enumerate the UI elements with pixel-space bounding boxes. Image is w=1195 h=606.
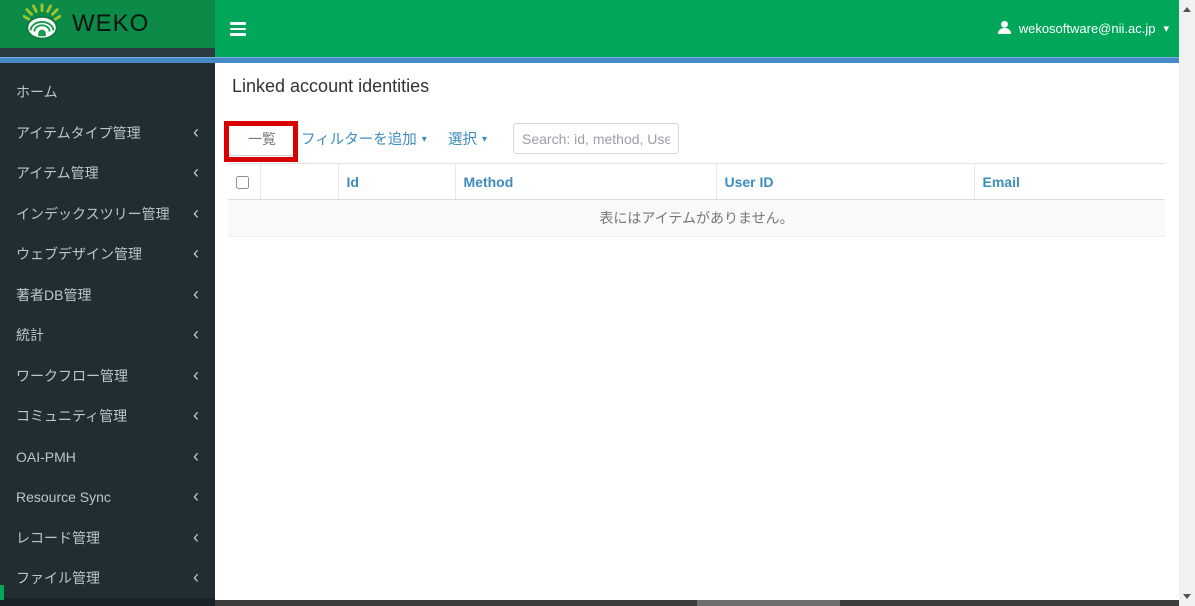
sidebar-item-label: Resource Sync — [16, 489, 111, 506]
page-title: Linked account identities — [232, 76, 430, 96]
sidebar-item-authordb-mgmt[interactable]: 著者DB管理 ‹ — [0, 275, 215, 316]
sidebar-item-label: 著者DB管理 — [16, 286, 92, 303]
sidebar-item-label: OAI-PMH — [16, 448, 76, 465]
chevron-left-icon: ‹ — [193, 405, 199, 426]
header-method[interactable]: Method — [454, 163, 716, 200]
scroll-up-icon[interactable] — [1183, 7, 1191, 12]
sidebar-item-webdesign-mgmt[interactable]: ウェブデザイン管理 ‹ — [0, 234, 215, 275]
logo-substrip — [0, 48, 215, 57]
sidebar-item-record-mgmt[interactable]: レコード管理 ‹ — [0, 518, 215, 559]
sidebar-item-home[interactable]: ホーム — [0, 72, 215, 113]
main-content: Linked account identities 一覧 フィルターを追加 ▾ … — [215, 63, 1179, 600]
sidebar: ホーム アイテムタイプ管理 ‹ アイテム管理 ‹ インデックスツリー管理 ‹ ウ… — [0, 63, 215, 600]
select-dropdown[interactable]: 選択 ▾ — [448, 121, 487, 156]
sidebar-item-resource-sync[interactable]: Resource Sync ‹ — [0, 477, 215, 518]
header-actions-cell — [259, 163, 338, 200]
chevron-left-icon: ‹ — [193, 162, 199, 183]
chevron-left-icon: ‹ — [193, 486, 199, 507]
sidebar-item-label: ワークフロー管理 — [16, 367, 128, 384]
caret-down-icon: ▾ — [1163, 23, 1169, 35]
sidebar-item-label: アイテム管理 — [16, 165, 99, 182]
sidebar-item-label: アイテムタイプ管理 — [16, 124, 141, 141]
chevron-left-icon: ‹ — [193, 202, 199, 223]
header-id[interactable]: Id — [337, 163, 455, 200]
toolbar: 一覧 フィルターを追加 ▾ 選択 ▾ — [228, 121, 1165, 157]
user-icon — [997, 20, 1012, 38]
sidebar-item-item-mgmt[interactable]: アイテム管理 ‹ — [0, 153, 215, 194]
table-header-row: Id Method User ID Email — [228, 163, 1165, 200]
sidebar-item-label: ホーム — [16, 84, 58, 101]
chevron-left-icon: ‹ — [193, 243, 199, 264]
add-filter-label: フィルターを追加 — [301, 132, 417, 148]
chevron-left-icon: ‹ — [193, 364, 199, 385]
chevron-left-icon: ‹ — [193, 567, 199, 588]
sidebar-item-label: コミュニティ管理 — [16, 408, 128, 425]
chevron-left-icon: ‹ — [193, 121, 199, 142]
vertical-scrollbar[interactable] — [1179, 0, 1195, 606]
sidebar-item-statistics[interactable]: 統計 ‹ — [0, 315, 215, 356]
chevron-left-icon: ‹ — [193, 324, 199, 345]
chevron-left-icon: ‹ — [193, 445, 199, 466]
sidebar-item-file-mgmt[interactable]: ファイル管理 ‹ — [0, 558, 215, 599]
chevron-left-icon: ‹ — [193, 526, 199, 547]
empty-table-row: 表にはアイテムがありません。 — [228, 199, 1165, 237]
select-all-checkbox[interactable] — [236, 176, 249, 190]
empty-message: 表にはアイテムがありません。 — [228, 199, 1165, 237]
search-input[interactable] — [513, 123, 679, 154]
add-filter-dropdown[interactable]: フィルターを追加 ▾ — [301, 121, 427, 156]
header-checkbox-cell — [228, 163, 260, 200]
weko-logo[interactable]: WEKO — [0, 0, 215, 48]
chevron-left-icon: ‹ — [193, 283, 199, 304]
logo-title: WEKO — [72, 10, 150, 37]
sidebar-toggle-icon[interactable] — [230, 22, 246, 39]
sidebar-item-community-mgmt[interactable]: コミュニティ管理 ‹ — [0, 396, 215, 437]
identities-table: Id Method User ID Email 表にはアイテムがありません。 — [228, 163, 1165, 237]
header-email[interactable]: Email — [973, 163, 1165, 200]
weko-logo-icon — [22, 2, 62, 46]
sidebar-item-label: インデックスツリー管理 — [16, 205, 170, 222]
list-tab-label: 一覧 — [248, 130, 276, 147]
caret-down-icon: ▾ — [421, 134, 427, 145]
sidebar-item-indextree-mgmt[interactable]: インデックスツリー管理 ‹ — [0, 194, 215, 235]
user-email: wekosoftware@nii.ac.jp — [1018, 21, 1156, 36]
sidebar-item-label: ウェブデザイン管理 — [16, 246, 142, 263]
sidebar-item-itemtype-mgmt[interactable]: アイテムタイプ管理 ‹ — [0, 113, 215, 154]
select-label: 選択 — [448, 132, 477, 148]
sidebar-bottom-strip — [0, 598, 215, 606]
bottom-left-green-accent — [0, 585, 4, 600]
header-user-id[interactable]: User ID — [715, 163, 974, 200]
scroll-down-icon[interactable] — [1183, 594, 1191, 599]
sidebar-item-label: ファイル管理 — [16, 570, 100, 587]
caret-down-icon: ▾ — [482, 134, 488, 145]
sidebar-item-label: レコード管理 — [16, 529, 100, 546]
user-menu[interactable]: wekosoftware@nii.ac.jp ▾ — [997, 0, 1169, 57]
bottom-edge-segment — [697, 600, 840, 606]
sidebar-item-label: 統計 — [16, 327, 44, 344]
top-navbar: wekosoftware@nii.ac.jp ▾ — [215, 0, 1179, 57]
list-tab-button[interactable]: 一覧 — [228, 121, 296, 156]
sidebar-item-workflow-mgmt[interactable]: ワークフロー管理 ‹ — [0, 356, 215, 397]
sidebar-item-oai-pmh[interactable]: OAI-PMH ‹ — [0, 437, 215, 478]
